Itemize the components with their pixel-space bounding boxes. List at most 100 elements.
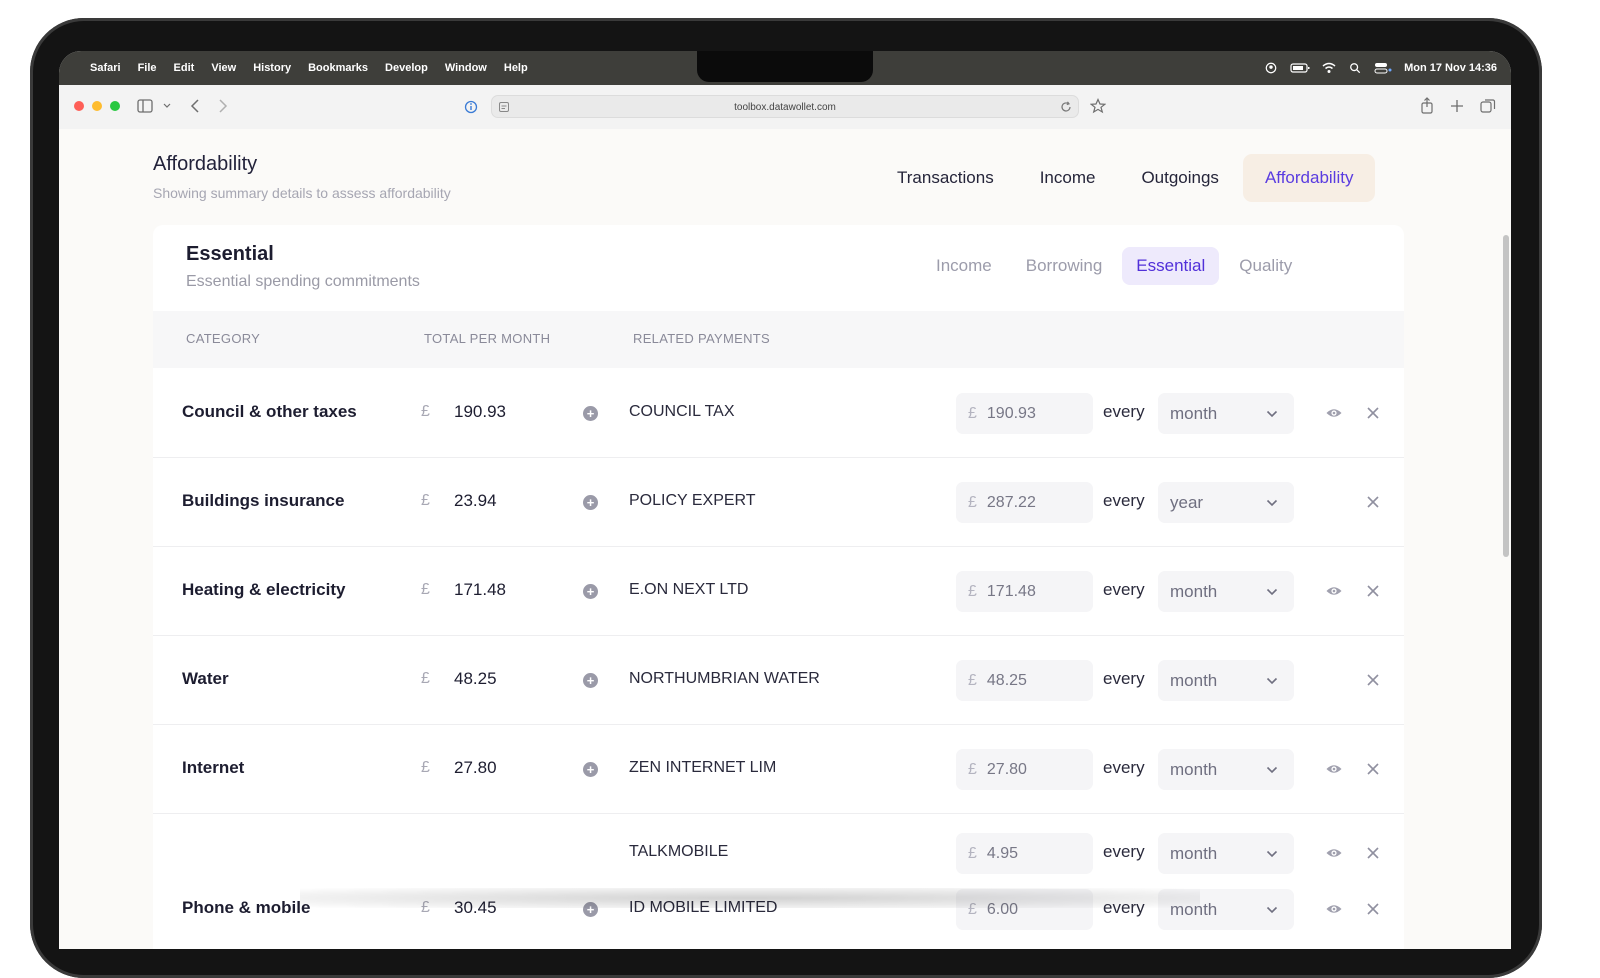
frequency-select[interactable]: month — [1158, 749, 1294, 790]
add-payment-button[interactable]: + — [583, 673, 598, 688]
address-bar[interactable]: toolbox.datawollet.com — [491, 95, 1079, 118]
subtab-essential[interactable]: Essential — [1122, 247, 1220, 285]
monthly-total: 23.94 — [454, 491, 497, 510]
subtab-borrowing[interactable]: Borrowing — [1012, 247, 1117, 285]
menu-edit[interactable]: Edit — [174, 62, 195, 74]
card-subtitle: Essential spending commitments — [186, 273, 420, 290]
close-icon[interactable] — [1364, 583, 1382, 603]
eye-icon[interactable] — [1325, 404, 1343, 422]
frequency-select[interactable]: month — [1158, 393, 1294, 434]
share-icon[interactable] — [1420, 97, 1434, 114]
chevron-down-icon — [1266, 833, 1278, 874]
subtab-quality[interactable]: Quality — [1225, 247, 1306, 285]
new-tab-plus-icon[interactable] — [1450, 99, 1464, 113]
tab-outgoings[interactable]: Outgoings — [1119, 154, 1241, 202]
chevron-down-icon — [1266, 393, 1278, 434]
tab-overview-icon[interactable] — [1480, 98, 1496, 114]
tab-transactions[interactable]: Transactions — [875, 154, 1016, 202]
tab-affordability[interactable]: Affordability — [1242, 154, 1376, 202]
payment-amount-input[interactable]: £27.80 — [956, 749, 1093, 790]
currency-symbol: £ — [968, 494, 977, 511]
close-icon[interactable] — [1364, 761, 1382, 781]
tab-income[interactable]: Income — [1018, 154, 1118, 202]
eye-icon[interactable] — [1325, 900, 1343, 918]
chevron-down-icon — [1266, 482, 1278, 523]
column-header-related-payments: RELATED PAYMENTS — [633, 331, 770, 346]
reload-icon[interactable] — [1060, 101, 1072, 113]
payment-amount-value: 171.48 — [986, 583, 1036, 600]
payment-amount-input[interactable]: £287.22 — [956, 482, 1093, 523]
close-icon[interactable] — [1364, 405, 1382, 425]
add-payment-button[interactable]: + — [583, 495, 598, 510]
currency-symbol: £ — [968, 405, 977, 422]
mac-menubar: Safari File Edit View History Bookmarks … — [59, 51, 1511, 85]
forward-icon[interactable] — [218, 99, 228, 113]
table-row: Heating & electricity £171.48 + E.ON NEXT L… — [153, 546, 1404, 636]
category-name: Heating & electricity — [182, 580, 346, 599]
essential-card: Essential Essential spending commitments… — [153, 225, 1404, 949]
currency-symbol: £ — [968, 845, 977, 862]
every-label: every — [1103, 580, 1145, 599]
battery-icon[interactable] — [1290, 62, 1310, 74]
menu-bookmarks[interactable]: Bookmarks — [308, 62, 368, 74]
menu-develop[interactable]: Develop — [385, 62, 428, 74]
menu-file[interactable]: File — [138, 62, 157, 74]
every-label: every — [1103, 758, 1145, 777]
wifi-icon[interactable] — [1322, 62, 1336, 74]
section-tabs: Income Borrowing Essential Quality — [919, 247, 1309, 285]
frequency-select[interactable]: year — [1158, 482, 1294, 523]
close-icon[interactable] — [1364, 494, 1382, 514]
back-icon[interactable] — [190, 99, 200, 113]
frequency-select[interactable]: month — [1158, 833, 1294, 874]
menu-help[interactable]: Help — [504, 62, 528, 74]
page-scrollbar[interactable] — [1503, 235, 1509, 557]
currency-symbol: £ — [968, 672, 977, 689]
currency-symbol: £ — [421, 759, 430, 776]
close-icon[interactable] — [1364, 672, 1382, 692]
chevron-down-icon — [1266, 749, 1278, 790]
currency-symbol: £ — [421, 670, 430, 687]
frequency-value: month — [1170, 760, 1218, 779]
add-payment-button[interactable]: + — [583, 762, 598, 777]
close-icon[interactable] — [1364, 901, 1382, 921]
menu-window[interactable]: Window — [445, 62, 487, 74]
frequency-select[interactable]: month — [1158, 571, 1294, 612]
chevron-down-icon[interactable] — [163, 103, 171, 109]
eye-icon[interactable] — [1325, 582, 1343, 600]
frequency-select[interactable]: month — [1158, 660, 1294, 701]
chevron-down-icon — [1266, 660, 1278, 701]
payment-amount-input[interactable]: £4.95 — [956, 833, 1093, 874]
bookmark-star-icon[interactable] — [1090, 98, 1106, 114]
close-window-button[interactable] — [74, 101, 84, 111]
browser-toolbar: toolbox.datawollet.com — [59, 85, 1511, 130]
zoom-window-button[interactable] — [110, 101, 120, 111]
minimize-window-button[interactable] — [92, 101, 102, 111]
payment-amount-value: 190.93 — [986, 405, 1036, 422]
add-payment-button[interactable]: + — [583, 584, 598, 599]
payee-name: TALKMOBILE — [629, 843, 729, 860]
eye-icon[interactable] — [1325, 844, 1343, 862]
table-header: CATEGORY TOTAL PER MONTH RELATED PAYMENT… — [153, 311, 1404, 368]
frequency-value: month — [1170, 582, 1218, 601]
table-row: Water £48.25 + NORTHUMBRIAN WATER £48.25 ever… — [153, 635, 1404, 725]
window-controls — [74, 101, 120, 111]
menu-view[interactable]: View — [211, 62, 236, 74]
table-row: Buildings insurance £23.94 + POLICY EXPERT £… — [153, 457, 1404, 547]
sidebar-toggle-icon[interactable] — [137, 99, 153, 113]
privacy-info-icon[interactable] — [464, 100, 478, 114]
subtab-income[interactable]: Income — [922, 247, 1006, 285]
control-center-icon[interactable] — [1374, 62, 1392, 74]
add-payment-button[interactable]: + — [583, 406, 598, 421]
spotlight-search-icon[interactable] — [1348, 62, 1362, 74]
payment-amount-input[interactable]: £171.48 — [956, 571, 1093, 612]
page-icon — [499, 102, 509, 112]
payment-amount-input[interactable]: £190.93 — [956, 393, 1093, 434]
clock[interactable]: Mon 17 Nov 14:36 — [1404, 62, 1497, 74]
close-icon[interactable] — [1364, 845, 1382, 865]
menu-app-name[interactable]: Safari — [90, 62, 121, 74]
account-icon[interactable] — [1264, 62, 1278, 74]
menu-history[interactable]: History — [253, 62, 291, 74]
eye-icon[interactable] — [1325, 760, 1343, 778]
payment-amount-input[interactable]: £48.25 — [956, 660, 1093, 701]
screen: Safari File Edit View History Bookmarks … — [59, 51, 1511, 949]
